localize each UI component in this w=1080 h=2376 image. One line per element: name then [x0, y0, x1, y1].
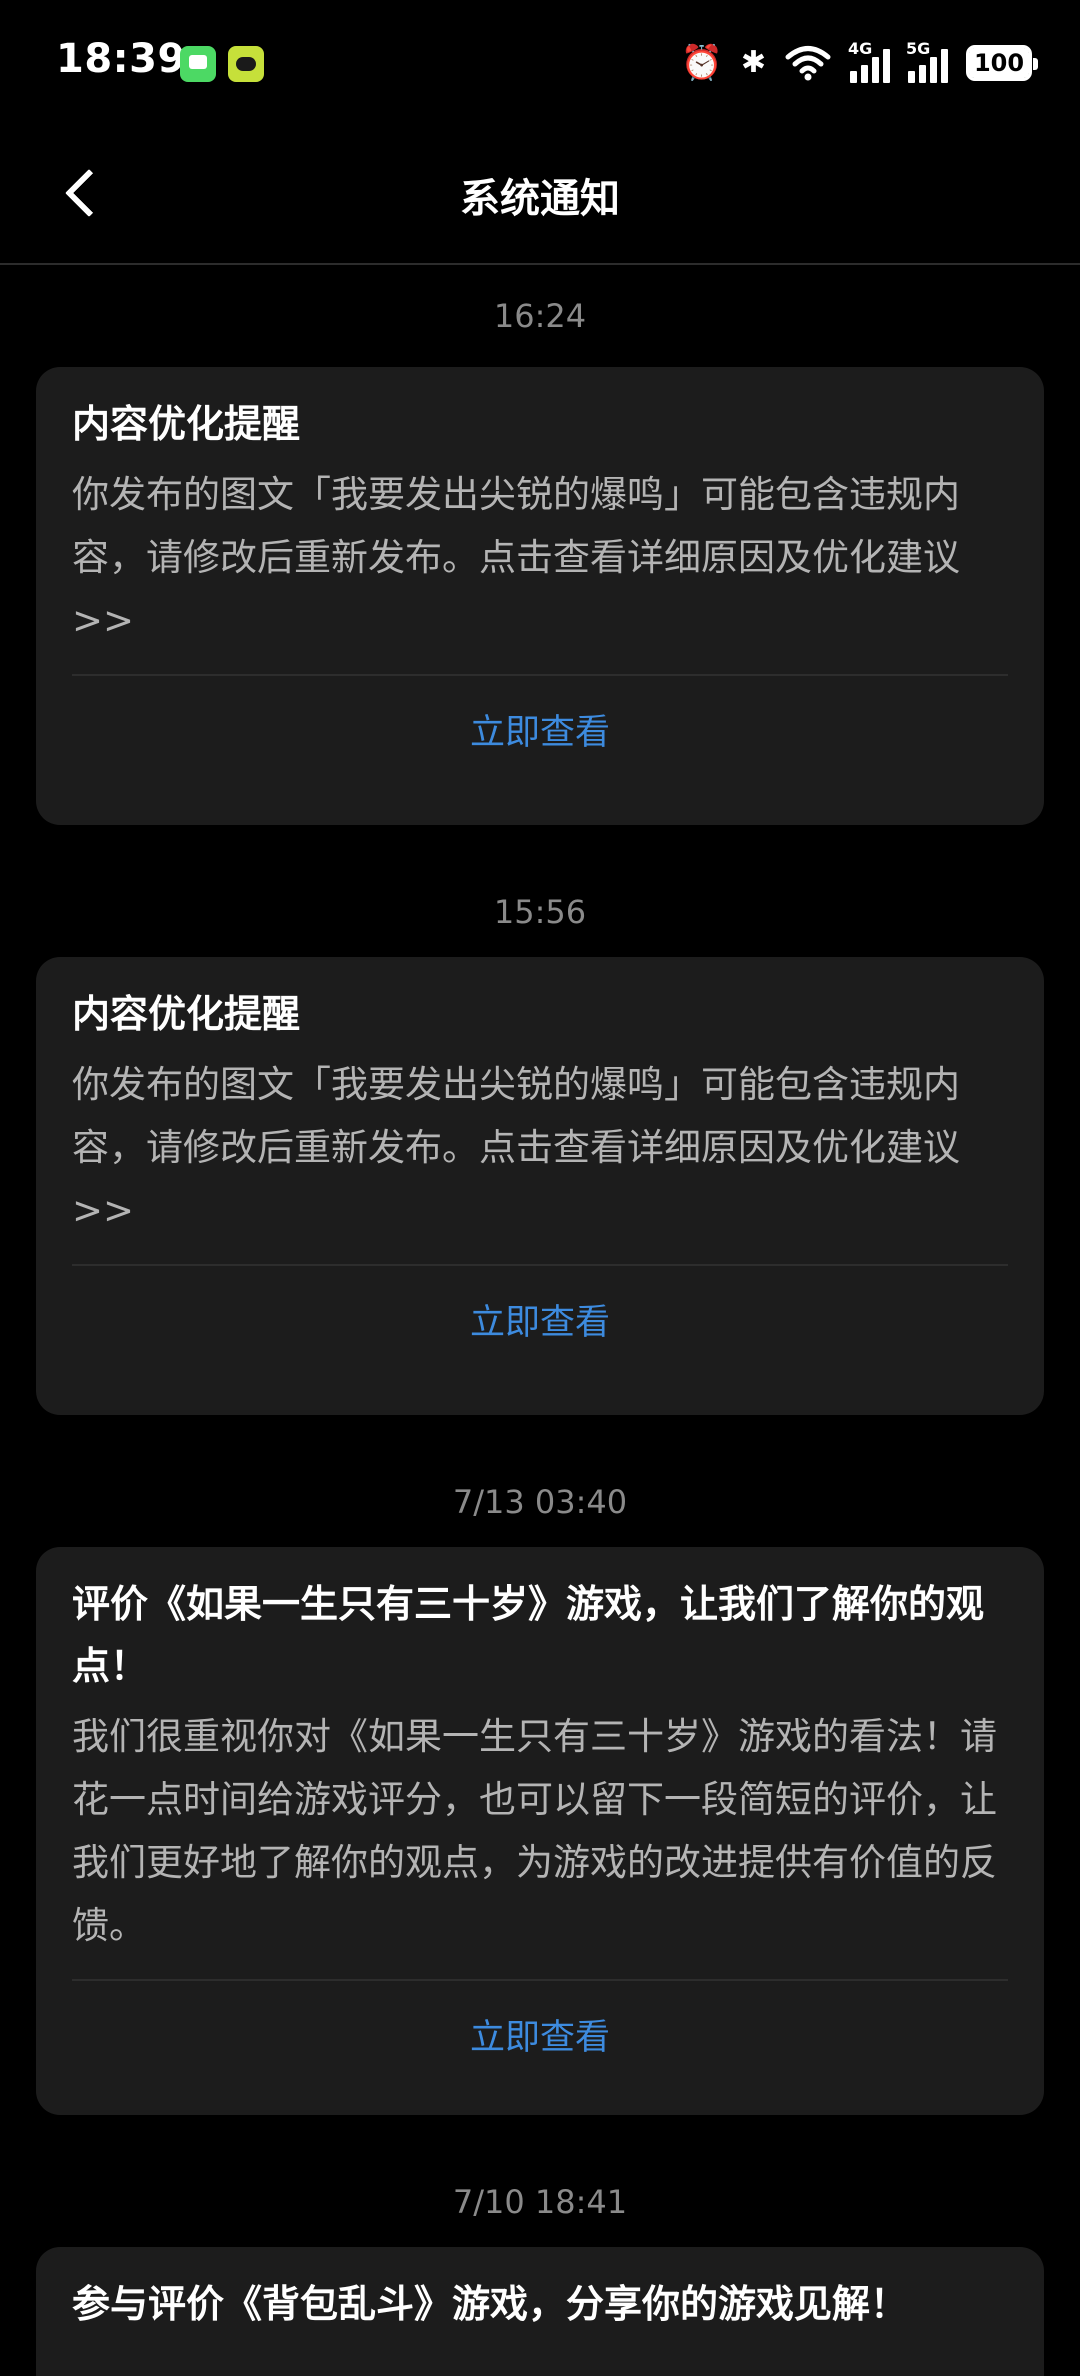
notification-card[interactable]: 参与评价《背包乱斗》游戏，分享你的游戏见解！ [36, 2247, 1044, 2376]
notification-body: 你发布的图文「我要发出尖锐的爆鸣」可能包含违规内容，请修改后重新发布。点击查看详… [72, 1063, 960, 1232]
messages-app-icon [180, 46, 216, 82]
notification-card[interactable]: 内容优化提醒 你发布的图文「我要发出尖锐的爆鸣」可能包含违规内容，请修改后重新发… [36, 957, 1044, 1415]
game-app-icon [228, 46, 264, 82]
notification-title: 评价《如果一生只有三十岁》游戏，让我们了解你的观点！ [72, 1582, 985, 1688]
notification-body: 我们很重视你对《如果一生只有三十岁》游戏的看法！请花一点时间给游戏评分，也可以留… [72, 1715, 997, 1947]
notification-title: 参与评价《背包乱斗》游戏，分享你的游戏见解！ [72, 2282, 909, 2326]
status-indicators: ⏰ ✱ 4G 5G 100 [680, 38, 1038, 88]
page-title: 系统通知 [460, 176, 620, 222]
bluetooth-icon: ✱ [740, 45, 766, 80]
view-now-button[interactable]: 立即查看 [72, 676, 1008, 790]
notification-title: 内容优化提醒 [72, 402, 301, 446]
notification-list[interactable]: 16:24 内容优化提醒 你发布的图文「我要发出尖锐的爆鸣」可能包含违规内容，请… [36, 265, 1044, 2376]
notification-card[interactable]: 内容优化提醒 你发布的图文「我要发出尖锐的爆鸣」可能包含违规内容，请修改后重新发… [36, 367, 1044, 825]
wifi-icon [785, 46, 831, 81]
notification-time: 16:24 [493, 297, 587, 335]
status-time: 18:39 [56, 36, 186, 82]
battery-level: 100 [969, 48, 1029, 78]
alarm-icon: ⏰ [680, 43, 723, 83]
nav-bar: 系统通知 [0, 130, 1080, 265]
signal-4g-icon: 4G [848, 39, 890, 83]
notification-body: 你发布的图文「我要发出尖锐的爆鸣」可能包含违规内容，请修改后重新发布。点击查看详… [72, 473, 960, 642]
network-5g-label: 5G [906, 39, 931, 58]
status-bar: 18:39 ⏰ ✱ 4G 5G 100 [0, 0, 1080, 130]
view-now-button[interactable]: 立即查看 [72, 1981, 1008, 2095]
notification-time: 7/10 18:41 [452, 2183, 628, 2221]
notification-title: 内容优化提醒 [72, 992, 301, 1036]
view-now-button[interactable]: 立即查看 [72, 1266, 1008, 1380]
notification-card[interactable]: 评价《如果一生只有三十岁》游戏，让我们了解你的观点！ 我们很重视你对《如果一生只… [36, 1547, 1044, 2115]
notification-time: 15:56 [493, 893, 587, 931]
notification-time: 7/13 03:40 [452, 1483, 628, 1521]
network-4g-label: 4G [848, 39, 873, 58]
signal-5g-icon: 5G [906, 39, 948, 83]
battery-icon: 100 [966, 45, 1038, 81]
